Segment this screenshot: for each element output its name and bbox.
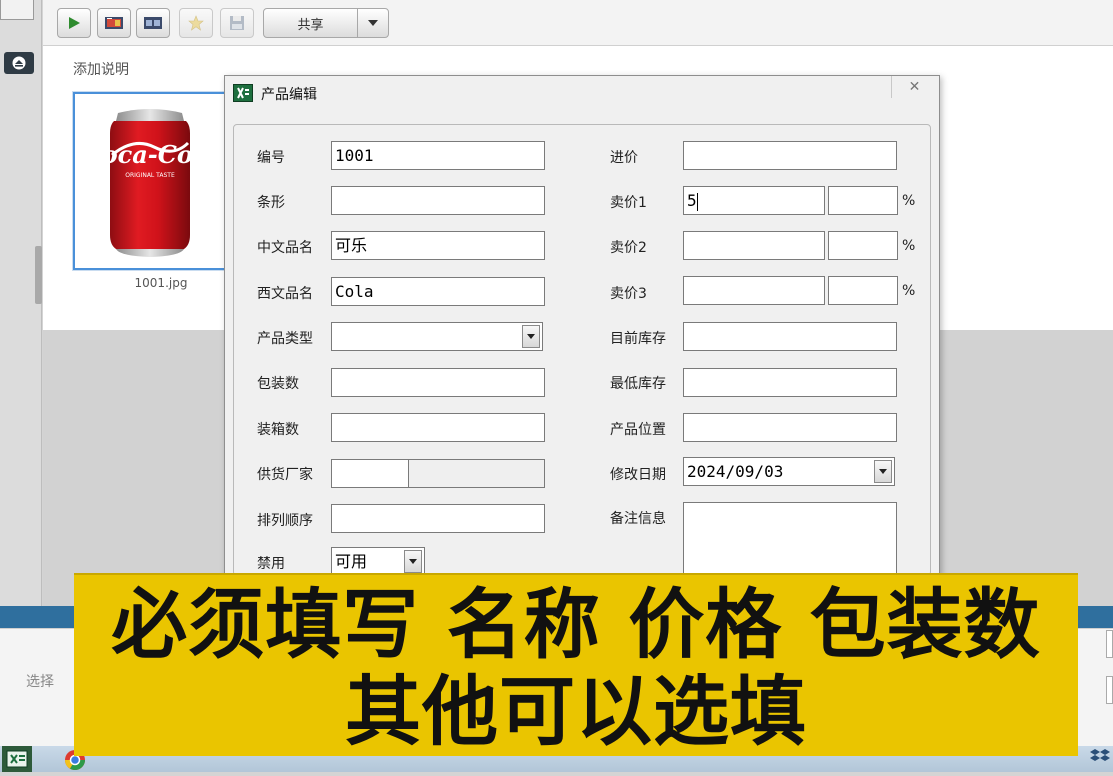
text-cursor xyxy=(696,192,698,211)
label-barcode: 条形 xyxy=(257,195,285,211)
taskbar-dropbox-app[interactable] xyxy=(1089,746,1113,772)
stock-field[interactable] xyxy=(683,322,897,351)
barcode-field[interactable] xyxy=(331,186,545,215)
eject-button[interactable] xyxy=(4,52,34,74)
price3-percent-sign: % xyxy=(902,283,916,299)
banner-line-2: 其他可以选填 xyxy=(345,667,807,756)
price2-field[interactable] xyxy=(683,231,825,260)
share-dropdown-button[interactable] xyxy=(357,8,389,38)
code-field[interactable]: 1001 xyxy=(331,141,545,170)
pack-qty-field[interactable] xyxy=(331,368,545,397)
close-icon: ✕ xyxy=(908,79,921,95)
chevron-down-icon xyxy=(368,20,378,26)
svg-text:Coca-Cola: Coca-Cola xyxy=(104,140,196,169)
label-price1: 卖价1 xyxy=(610,195,647,211)
instruction-banner: 必须填写 名称 价格 包装数 其他可以选填 xyxy=(74,573,1078,756)
chevron-down-icon xyxy=(527,334,535,339)
min-stock-field[interactable] xyxy=(683,368,897,397)
price1-percent-field[interactable] xyxy=(828,186,898,215)
cola-can-image: Coca-Cola ORIGINAL TASTE xyxy=(104,109,196,257)
label-modified: 修改日期 xyxy=(610,467,666,483)
photo-thumbnail[interactable]: Coca-Cola ORIGINAL TASTE xyxy=(73,92,227,270)
price3-field[interactable] xyxy=(683,276,825,305)
label-price2: 卖价2 xyxy=(610,240,647,256)
price1-percent-sign: % xyxy=(902,193,916,209)
cost-field[interactable] xyxy=(683,141,897,170)
save-icon xyxy=(230,16,244,30)
price2-percent-sign: % xyxy=(902,238,916,254)
label-min-stock: 最低库存 xyxy=(610,376,666,392)
price3-percent-field[interactable] xyxy=(828,276,898,305)
play-button[interactable] xyxy=(57,8,91,38)
disabled-select[interactable]: 可用 xyxy=(331,547,425,576)
right-edge-control-2[interactable] xyxy=(1106,676,1113,704)
add-photo-icon xyxy=(105,17,123,29)
label-price3: 卖价3 xyxy=(610,286,647,302)
left-strip xyxy=(0,0,42,610)
label-location: 产品位置 xyxy=(610,422,666,438)
modified-date-picker[interactable]: 2024/09/03 xyxy=(683,457,895,486)
spreadsheet-icon xyxy=(233,84,253,102)
share-button[interactable]: 共享 xyxy=(263,8,358,38)
chevron-down-icon xyxy=(879,469,887,474)
price2-percent-field[interactable] xyxy=(828,231,898,260)
box-qty-field[interactable] xyxy=(331,413,545,442)
right-edge-control[interactable] xyxy=(1106,630,1113,658)
label-stock: 目前库存 xyxy=(610,331,666,347)
product-edit-dialog: 产品编辑 ✕ 编号 条形 中文品名 西文品名 产品类型 包装数 装箱数 供货厂家… xyxy=(224,75,940,576)
label-supplier: 供货厂家 xyxy=(257,467,313,483)
label-name-west: 西文品名 xyxy=(257,286,313,302)
slideshow-button[interactable] xyxy=(136,8,170,38)
star-icon xyxy=(188,15,204,31)
spreadsheet-icon xyxy=(6,750,28,768)
supplier-name-field[interactable] xyxy=(408,459,545,488)
svg-text:ORIGINAL TASTE: ORIGINAL TASTE xyxy=(125,172,175,179)
banner-line-1: 必须填写 名称 价格 包装数 xyxy=(111,580,1041,669)
save-button[interactable] xyxy=(220,8,254,38)
label-pack-qty: 包装数 xyxy=(257,376,299,392)
label-box-qty: 装箱数 xyxy=(257,422,299,438)
supplier-code-field[interactable] xyxy=(331,459,409,488)
close-button[interactable]: ✕ xyxy=(891,76,937,98)
dropbox-icon xyxy=(1090,749,1110,761)
select-label[interactable]: 选择 xyxy=(26,671,54,691)
name-west-field[interactable]: Cola xyxy=(331,277,545,306)
notes-textarea[interactable] xyxy=(683,502,897,576)
slideshow-icon xyxy=(144,17,162,29)
thumbnail-filename: 1001.jpg xyxy=(134,276,188,290)
price1-field[interactable]: 5 xyxy=(683,186,825,215)
category-select[interactable] xyxy=(331,322,543,351)
dialog-titlebar[interactable]: 产品编辑 ✕ xyxy=(225,76,939,110)
dialog-title: 产品编辑 xyxy=(261,87,317,103)
price1-value: 5 xyxy=(687,191,697,210)
add-photo-button[interactable] xyxy=(97,8,131,38)
name-cn-field[interactable]: 可乐 xyxy=(331,231,545,260)
eject-icon xyxy=(12,56,26,70)
add-caption-label[interactable]: 添加说明 xyxy=(73,59,129,79)
disabled-value: 可用 xyxy=(335,552,368,571)
label-name-cn: 中文品名 xyxy=(257,240,313,256)
label-notes: 备注信息 xyxy=(610,511,666,527)
sort-order-field[interactable] xyxy=(331,504,545,533)
disabled-dropdown-button[interactable] xyxy=(404,550,422,573)
left-panel-tab[interactable] xyxy=(0,0,34,20)
location-field[interactable] xyxy=(683,413,897,442)
label-cost: 进价 xyxy=(610,150,638,166)
play-icon xyxy=(69,17,80,29)
panel-resize-handle[interactable] xyxy=(35,246,42,304)
label-disabled: 禁用 xyxy=(257,556,285,572)
star-button[interactable] xyxy=(179,8,213,38)
label-category: 产品类型 xyxy=(257,331,313,347)
label-code: 编号 xyxy=(257,150,285,166)
modified-date-value: 2024/09/03 xyxy=(687,462,784,481)
date-dropdown-button[interactable] xyxy=(874,460,892,483)
label-sort-order: 排列顺序 xyxy=(257,513,313,529)
category-dropdown-button[interactable] xyxy=(522,325,540,348)
taskbar-excel-app[interactable] xyxy=(2,746,32,772)
chevron-down-icon xyxy=(409,559,417,564)
